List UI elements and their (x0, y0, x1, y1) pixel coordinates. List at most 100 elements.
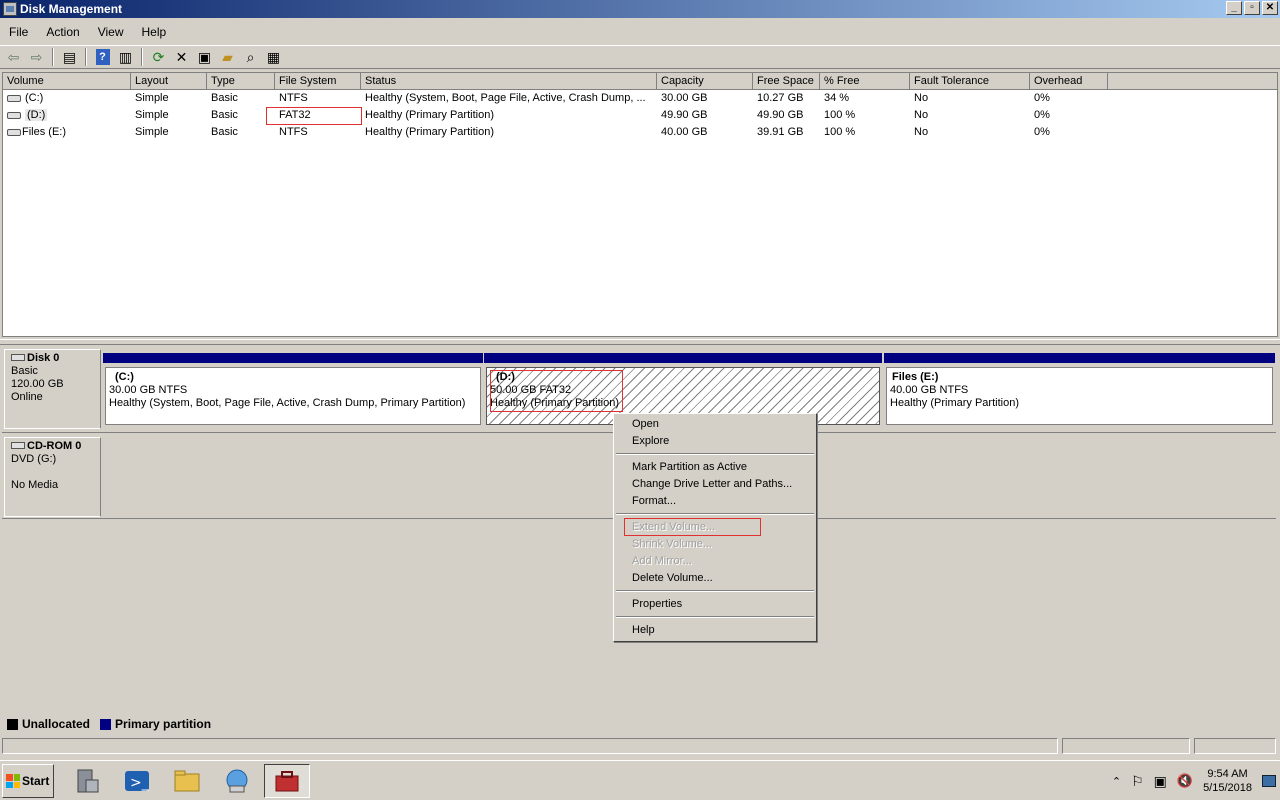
window-title-bar: Disk Management _ ▫ ✕ (0, 0, 1280, 18)
svg-text:>_: >_ (130, 775, 150, 791)
cell-type: Basic (211, 109, 238, 121)
forward-arrow-icon[interactable]: ⇨ (26, 47, 47, 67)
cell-capacity: 40.00 GB (661, 126, 708, 138)
cell-overhead: 0% (1034, 126, 1050, 138)
clock[interactable]: 9:54 AM 5/15/2018 (1203, 767, 1252, 795)
menu-action[interactable]: Action (37, 22, 88, 42)
menu-open[interactable]: Open (632, 418, 659, 430)
file-explorer-icon[interactable] (164, 764, 210, 798)
legend-label-unallocated: Unallocated (22, 717, 91, 731)
action-center-flag-icon[interactable]: ⚐ (1131, 773, 1144, 790)
drive-icon (7, 111, 21, 119)
close-button[interactable]: ✕ (1262, 1, 1278, 15)
partition-e[interactable]: Files (E:) 40.00 GB NTFS Healthy (Primar… (884, 353, 1275, 427)
cell-status: Healthy (Primary Partition) (365, 126, 494, 138)
disk-name: CD-ROM 0 (27, 440, 82, 452)
menu-help-item[interactable]: Help (632, 624, 655, 636)
partition-status: Healthy (Primary Partition) (890, 397, 1019, 409)
explore-icon[interactable]: ⌕ (240, 47, 261, 67)
menu-view[interactable]: View (89, 22, 133, 42)
delete-icon[interactable]: ✕ (171, 47, 192, 67)
cell-file-system: NTFS (279, 92, 308, 104)
server-manager-icon[interactable] (64, 764, 110, 798)
col-type[interactable]: Type (207, 73, 275, 89)
menu-explore[interactable]: Explore (632, 435, 669, 447)
col-layout[interactable]: Layout (131, 73, 207, 89)
menu-bar: File Action View Help (0, 22, 1280, 42)
cell-layout: Simple (135, 126, 169, 138)
disk-info-disk0[interactable]: Disk 0 Basic 120.00 GB Online (4, 349, 101, 429)
cell-type: Basic (211, 92, 238, 104)
show-hide-console-tree-icon[interactable]: ▤ (59, 47, 80, 67)
disk-type: Basic (11, 365, 38, 377)
back-arrow-icon[interactable]: ⇦ (3, 47, 24, 67)
cell-percent-free: 100 % (824, 109, 856, 121)
partition-c[interactable]: (C:) 30.00 GB NTFS Healthy (System, Boot… (103, 353, 483, 427)
cell-free-space: 39.91 GB (757, 126, 804, 138)
cell-status: Healthy (Primary Partition) (365, 109, 494, 121)
partition-name: (C:) (115, 371, 134, 383)
table-row[interactable]: (D:) Simple Basic FAT32 Healthy (Primary… (3, 107, 1277, 124)
col-status[interactable]: Status (361, 73, 657, 89)
start-button[interactable]: Start (2, 764, 54, 798)
window-title: Disk Management (20, 2, 123, 16)
table-row[interactable]: Files (E:) Simple Basic NTFS Healthy (Pr… (3, 124, 1277, 141)
properties-pane-icon[interactable]: ▥ (115, 47, 136, 67)
table-row[interactable]: (C:) Simple Basic NTFS Healthy (System, … (3, 90, 1277, 107)
volume-list-header: Volume Layout Type File System Status Ca… (3, 73, 1277, 90)
partition-color-bar (484, 353, 882, 363)
computer-management-icon[interactable] (264, 764, 310, 798)
minimize-button[interactable]: _ (1226, 1, 1242, 15)
partition-color-bar (884, 353, 1275, 363)
disk-settings-icon[interactable]: ▦ (263, 47, 284, 67)
cell-overhead: 0% (1034, 109, 1050, 121)
show-desktop-icon[interactable] (1262, 775, 1276, 787)
network-tray-icon[interactable]: ▣ (1154, 773, 1167, 790)
disk-size (11, 466, 94, 479)
status-panel-main (2, 738, 1058, 754)
properties-icon[interactable]: ▣ (194, 47, 215, 67)
disk-state: Online (11, 391, 43, 403)
disk-icon (11, 354, 25, 361)
menu-help[interactable]: Help (133, 22, 176, 42)
cell-fault-tolerance: No (914, 109, 929, 121)
powershell-icon[interactable]: >_ (114, 764, 160, 798)
cell-fault-tolerance: No (914, 126, 929, 138)
menu-properties[interactable]: Properties (632, 598, 682, 610)
menu-shrink-volume: Shrink Volume... (632, 538, 713, 550)
status-panel-2 (1062, 738, 1190, 754)
start-label: Start (22, 774, 50, 788)
help-icon[interactable]: ? (92, 47, 113, 67)
col-file-system[interactable]: File System (275, 73, 361, 89)
menu-delete-volume[interactable]: Delete Volume... (632, 572, 713, 584)
volume-list: Volume Layout Type File System Status Ca… (2, 72, 1278, 337)
col-overhead[interactable]: Overhead (1030, 73, 1108, 89)
col-capacity[interactable]: Capacity (657, 73, 753, 89)
refresh-icon[interactable]: ⟳ (148, 47, 169, 67)
volume-muted-icon[interactable]: 🔇 (1177, 773, 1193, 789)
toolbar: ⇦ ⇨ ▤ ? ▥ ⟳ ✕ ▣ ▰ ⌕ ▦ (0, 45, 1280, 69)
network-icon[interactable] (214, 764, 260, 798)
col-fault-tolerance[interactable]: Fault Tolerance (910, 73, 1030, 89)
show-hidden-icons-icon[interactable]: ⌃ (1112, 775, 1121, 788)
col-percent-free[interactable]: % Free (820, 73, 910, 89)
cdrom-icon (11, 442, 25, 449)
pane-splitter[interactable] (0, 339, 1280, 345)
col-volume[interactable]: Volume (3, 73, 131, 89)
legend-swatch-primary (100, 718, 112, 730)
menu-change-drive-letter[interactable]: Change Drive Letter and Paths... (632, 478, 792, 490)
drive-icon (7, 128, 21, 136)
disk-type: DVD (G:) (11, 453, 57, 465)
disk-info-cdrom0[interactable]: CD-ROM 0 DVD (G:) No Media (4, 437, 101, 517)
taskbar: Start >_ ⌃ ⚐ ▣ 🔇 9:54 AM 5/15/2018 (0, 760, 1280, 800)
col-free-space[interactable]: Free Space (753, 73, 820, 89)
restore-button[interactable]: ▫ (1244, 1, 1260, 15)
menu-mark-active[interactable]: Mark Partition as Active (632, 461, 747, 473)
cell-file-system: NTFS (279, 126, 308, 138)
open-folder-icon[interactable]: ▰ (217, 47, 238, 67)
menu-format[interactable]: Format... (632, 495, 676, 507)
disk-management-app-icon (3, 2, 17, 16)
menu-file[interactable]: File (0, 22, 37, 42)
status-bar (2, 738, 1278, 756)
cell-capacity: 30.00 GB (661, 92, 708, 104)
